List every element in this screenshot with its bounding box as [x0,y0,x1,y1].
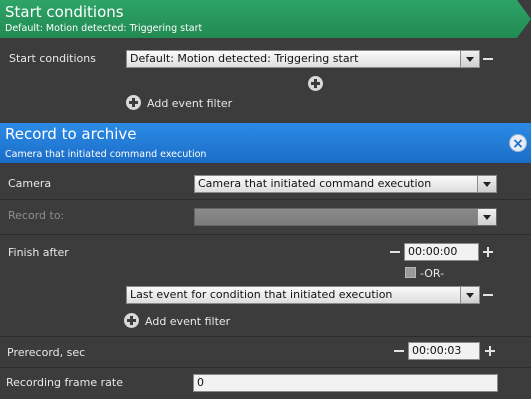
dropdown-arrow-icon[interactable] [460,51,479,67]
add-condition-icon[interactable] [308,76,323,91]
record-to-archive-header[interactable]: Record to archive Camera that initiated … [0,123,531,163]
start-conditions-title: Start conditions [5,3,124,21]
start-condition-select[interactable]: Default: Motion detected: Triggering sta… [126,50,480,68]
prerecord-label: Prerecord, sec [7,346,86,359]
record-to-archive-subtitle: Camera that initiated command execution [5,149,207,160]
finish-condition-value: Last event for condition that initiated … [130,288,393,301]
section-arrow-icon [517,0,531,38]
record-to-select[interactable] [194,208,497,226]
divider [0,199,531,200]
start-condition-value: Default: Motion detected: Triggering sta… [130,52,359,65]
add-event-filter-link[interactable]: Add event filter [147,97,232,110]
start-conditions-label: Start conditions [9,52,96,65]
dropdown-arrow-icon[interactable] [477,176,496,192]
camera-label: Camera [8,177,52,190]
prerecord-increment-button[interactable] [484,345,496,357]
camera-select[interactable]: Camera that initiated command execution [194,175,497,193]
add-event-filter-link[interactable]: Add event filter [145,315,230,328]
close-icon[interactable]: × [509,134,527,152]
record-to-label: Record to: [8,209,65,222]
add-event-filter-icon[interactable] [124,313,139,328]
remove-finish-condition-button[interactable] [482,289,494,301]
dropdown-arrow-icon[interactable] [477,209,496,225]
finish-after-time-input[interactable]: 00:00:00 [404,243,479,261]
prerecord-time-input[interactable]: 00:00:03 [408,342,480,360]
start-conditions-header[interactable]: Start conditions Default: Motion detecte… [0,0,531,38]
recording-frame-rate-input[interactable]: 0 [193,374,498,392]
record-to-archive-title: Record to archive [5,125,137,143]
or-label: -OR- [420,267,445,280]
prerecord-decrement-button[interactable] [393,345,405,357]
finish-after-increment-button[interactable] [482,246,494,258]
finish-after-decrement-button[interactable] [389,246,401,258]
start-conditions-subtitle: Default: Motion detected: Triggering sta… [5,23,203,34]
or-checkbox[interactable] [405,267,416,278]
recording-frame-rate-label: Recording frame rate [6,376,123,389]
camera-value: Camera that initiated command execution [198,177,432,190]
remove-condition-button[interactable] [482,53,494,65]
divider [0,367,531,368]
divider [0,234,531,235]
dropdown-arrow-icon[interactable] [460,287,479,303]
divider [0,336,531,337]
finish-after-label: Finish after [8,246,69,259]
finish-condition-select[interactable]: Last event for condition that initiated … [126,286,480,304]
add-event-filter-icon[interactable] [126,95,141,110]
